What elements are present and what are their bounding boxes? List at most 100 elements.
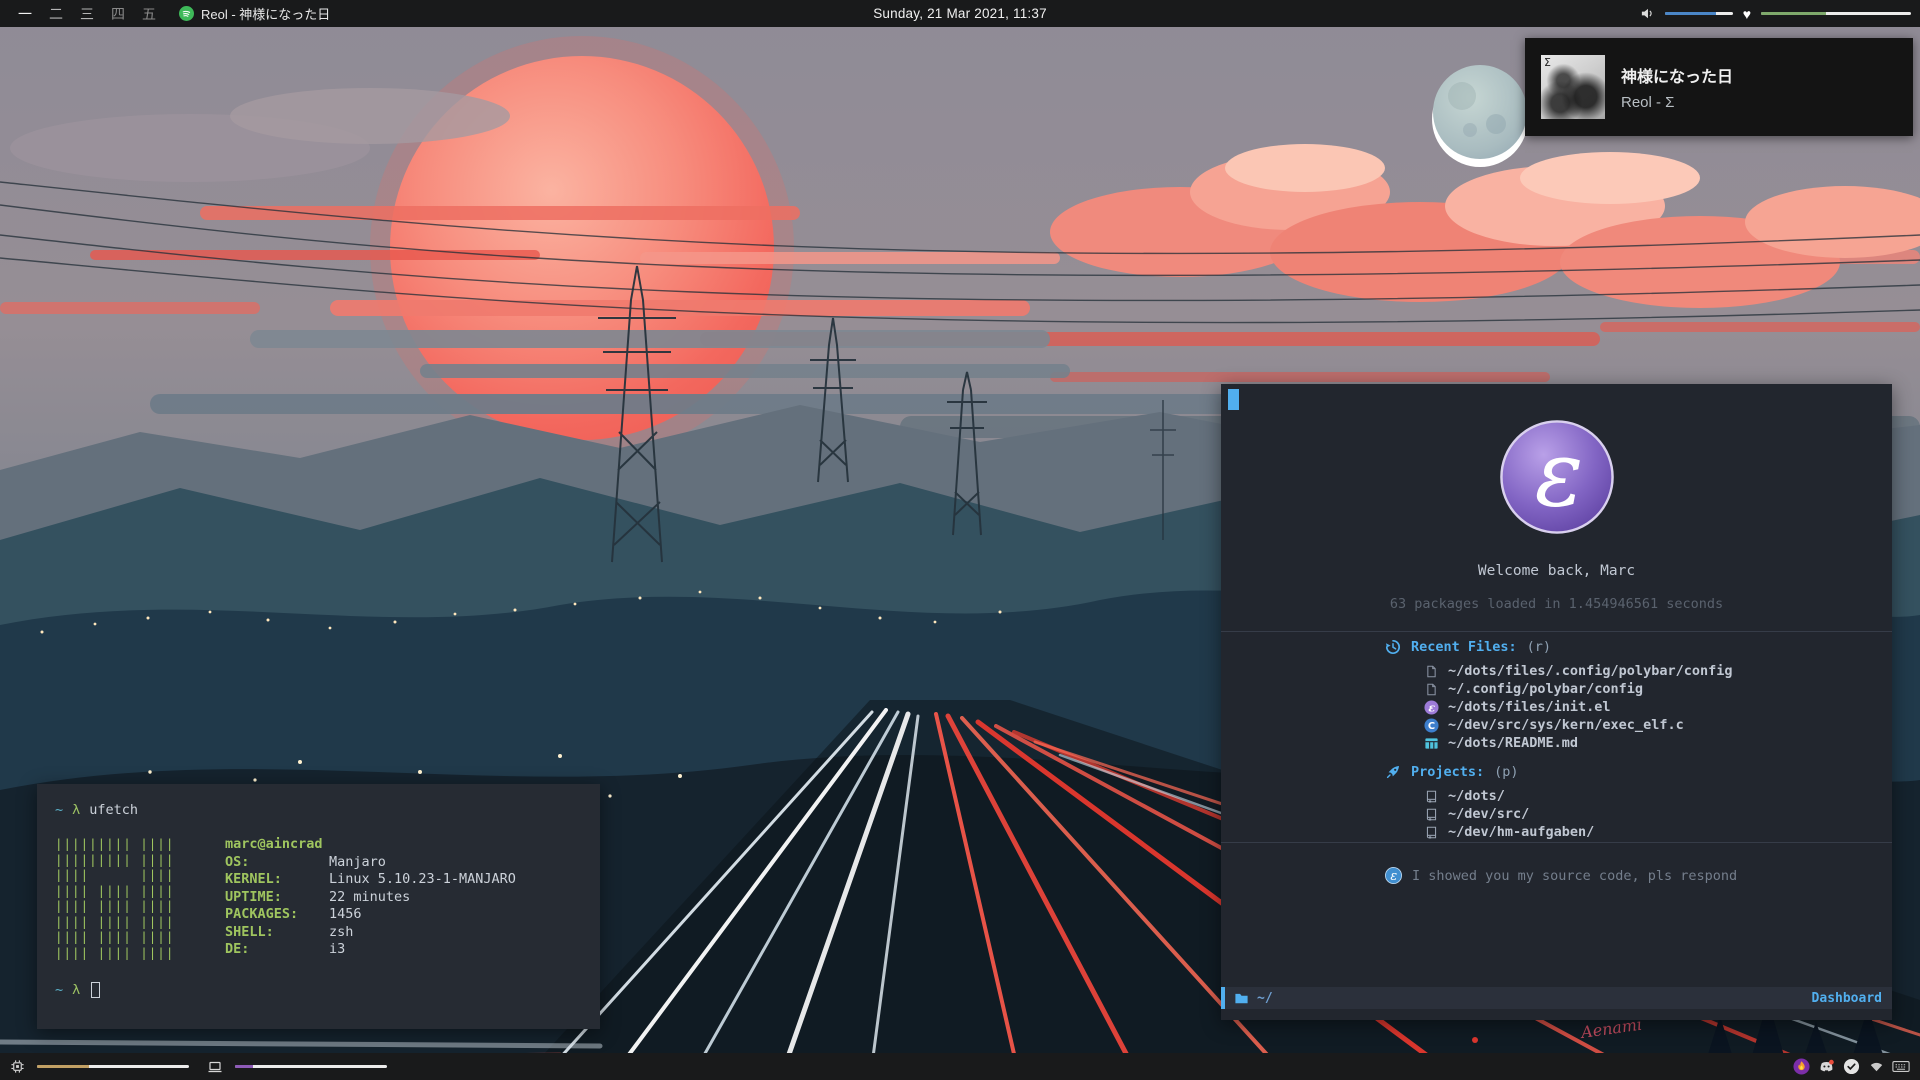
item-path: ~/.config/polybar/config <box>1448 681 1643 697</box>
item-path: ~/dots/ <box>1448 788 1505 804</box>
svg-text:ε: ε <box>1428 700 1435 714</box>
table-icon <box>1423 736 1439 751</box>
fetch-row: OS:Manjaro <box>225 854 516 872</box>
item-path: ~/dots/files/.config/polybar/config <box>1448 663 1732 679</box>
volume-slider[interactable] <box>1665 12 1733 15</box>
speaker-icon[interactable] <box>1640 6 1655 21</box>
fetch-row: SHELL:zsh <box>225 924 516 942</box>
workspace-4[interactable]: 四 <box>111 4 125 24</box>
cpu-slider[interactable] <box>37 1065 189 1068</box>
modeline-path: ~/ <box>1257 991 1273 1006</box>
emacs-icon: ε <box>1423 700 1439 715</box>
fetch-row: KERNEL:Linux 5.10.23-1-MANJARO <box>225 871 516 889</box>
projects-title: Projects: <box>1411 764 1484 780</box>
item-path: ~/dots/files/init.el <box>1448 699 1611 715</box>
footer-message: I showed you my source code, pls respond <box>1412 868 1737 884</box>
svg-text:ε: ε <box>1390 869 1397 884</box>
fetch-row: UPTIME:22 minutes <box>225 889 516 907</box>
emacs-window[interactable]: ε Welcome back, Marc 63 packages loaded … <box>1221 384 1892 1020</box>
recent-files-list: ~/dots/files/.config/polybar/config ~/.co… <box>1385 662 1825 752</box>
bottom-bar <box>0 1053 1920 1080</box>
prompt-symbol: λ <box>72 982 80 998</box>
dashboard-item[interactable]: ε ~/dots/files/init.el <box>1385 698 1825 716</box>
workspace-1[interactable]: 一 <box>18 4 32 24</box>
svg-text:ε: ε <box>1534 423 1583 528</box>
item-path: ~/dev/src/sys/kern/exec_elf.c <box>1448 717 1684 733</box>
flame-icon[interactable] <box>1792 1058 1810 1076</box>
dashboard-item[interactable]: ~/dots/files/.config/polybar/config <box>1385 662 1825 680</box>
repo-icon <box>1423 825 1439 840</box>
item-path: ~/dev/hm-aufgaben/ <box>1448 824 1594 840</box>
top-bar: 一二三四五 Reol - 神様になった日 Sunday, 21 Mar 2021… <box>0 0 1920 27</box>
fetch-row: DE:i3 <box>225 941 516 959</box>
item-path: ~/dev/src/ <box>1448 806 1529 822</box>
file-icon <box>1423 682 1439 697</box>
terminal-cursor <box>91 982 100 998</box>
recent-files-section: Recent Files: (r) ~/dots/files/.config/p… <box>1385 639 1825 752</box>
brightness-slider[interactable] <box>235 1065 387 1068</box>
dashboard-item[interactable]: ~/dots/ <box>1385 787 1825 805</box>
prompt-symbol: λ <box>72 802 80 818</box>
svg-text:C: C <box>1427 721 1434 732</box>
album-badge: Σ <box>1544 56 1551 69</box>
notification-title: 神様になった日 <box>1621 63 1733 87</box>
spotify-icon <box>179 6 194 21</box>
modeline-buffer-name: Dashboard <box>1812 991 1882 1006</box>
file-icon <box>1423 664 1439 679</box>
favorite-slider[interactable] <box>1761 12 1911 15</box>
separator <box>1221 631 1892 632</box>
discord-icon[interactable] <box>1817 1058 1835 1076</box>
emacs-cursor <box>1228 389 1239 410</box>
recent-files-title: Recent Files: <box>1411 639 1517 655</box>
dashboard-item[interactable]: ~/.config/polybar/config <box>1385 680 1825 698</box>
now-playing[interactable]: Reol - 神様になった日 <box>179 4 330 23</box>
modeline-accent-bar <box>1221 987 1225 1009</box>
prompt-path: ~ <box>55 982 63 998</box>
dashboard-item[interactable]: C ~/dev/src/sys/kern/exec_elf.c <box>1385 716 1825 734</box>
emacs-logo: ε <box>1498 418 1616 540</box>
workspace-3[interactable]: 三 <box>80 4 94 24</box>
projects-header[interactable]: Projects: (p) <box>1385 764 1825 780</box>
dashboard-item[interactable]: ~/dev/src/ <box>1385 805 1825 823</box>
dashboard-item[interactable]: ~/dots/README.md <box>1385 734 1825 752</box>
keyboard-icon[interactable] <box>1892 1058 1910 1076</box>
projects-shortcut: (p) <box>1494 764 1518 780</box>
ufetch-user-host: marc@aincrad <box>225 836 516 854</box>
wifi-icon[interactable] <box>1867 1058 1885 1076</box>
display-icon <box>207 1059 223 1075</box>
ufetch-output: ||||||||| |||| ||||||||| |||| |||| |||| … <box>55 836 516 960</box>
desktop: Aenami 一二三四五 Reol - 神様になった日 Sunday, 21 M… <box>0 0 1920 1080</box>
emacs-badge-icon: ε <box>1385 867 1402 884</box>
history-icon <box>1385 639 1401 655</box>
check-icon[interactable] <box>1842 1058 1860 1076</box>
ufetch-ascii: ||||||||| |||| ||||||||| |||| |||| |||| … <box>55 836 207 960</box>
dashboard-item[interactable]: ~/dev/hm-aufgaben/ <box>1385 823 1825 841</box>
workspace-2[interactable]: 二 <box>49 4 63 24</box>
repo-icon <box>1423 789 1439 804</box>
cpu-icon <box>10 1059 25 1074</box>
projects-section: Projects: (p) ~/dots/ ~/dev/src/ ~/dev/hm-… <box>1385 764 1825 841</box>
item-path: ~/dots/README.md <box>1448 735 1578 751</box>
emacs-modeline: ~/ Dashboard <box>1221 987 1892 1009</box>
rocket-icon <box>1385 764 1401 780</box>
terminal-window[interactable]: ~ λ ufetch ||||||||| |||| ||||||||| ||||… <box>37 784 600 1029</box>
status-icons <box>1792 1058 1910 1076</box>
album-art: Σ <box>1541 55 1605 119</box>
terminal-prompt-line: ~ λ ufetch <box>55 802 138 818</box>
recent-files-shortcut: (r) <box>1527 639 1551 655</box>
repo-icon <box>1423 807 1439 822</box>
notification-subtitle: Reol - Σ <box>1621 94 1733 111</box>
ufetch-rows: OS:ManjaroKERNEL:Linux 5.10.23-1-MANJARO… <box>225 854 516 959</box>
folder-icon <box>1234 991 1249 1006</box>
recent-files-header[interactable]: Recent Files: (r) <box>1385 639 1825 655</box>
heart-icon: ♥ <box>1743 7 1751 21</box>
music-notification[interactable]: Σ 神様になった日 Reol - Σ <box>1525 38 1913 136</box>
fetch-row: PACKAGES:1456 <box>225 906 516 924</box>
terminal-prompt-line[interactable]: ~ λ <box>55 982 100 998</box>
workspace-5[interactable]: 五 <box>142 4 156 24</box>
projects-list: ~/dots/ ~/dev/src/ ~/dev/hm-aufgaben/ <box>1385 787 1825 841</box>
dashboard-welcome: Welcome back, Marc <box>1221 563 1892 579</box>
separator <box>1221 842 1892 843</box>
workspace-list: 一二三四五 <box>18 4 156 24</box>
clang-icon: C <box>1423 718 1439 733</box>
